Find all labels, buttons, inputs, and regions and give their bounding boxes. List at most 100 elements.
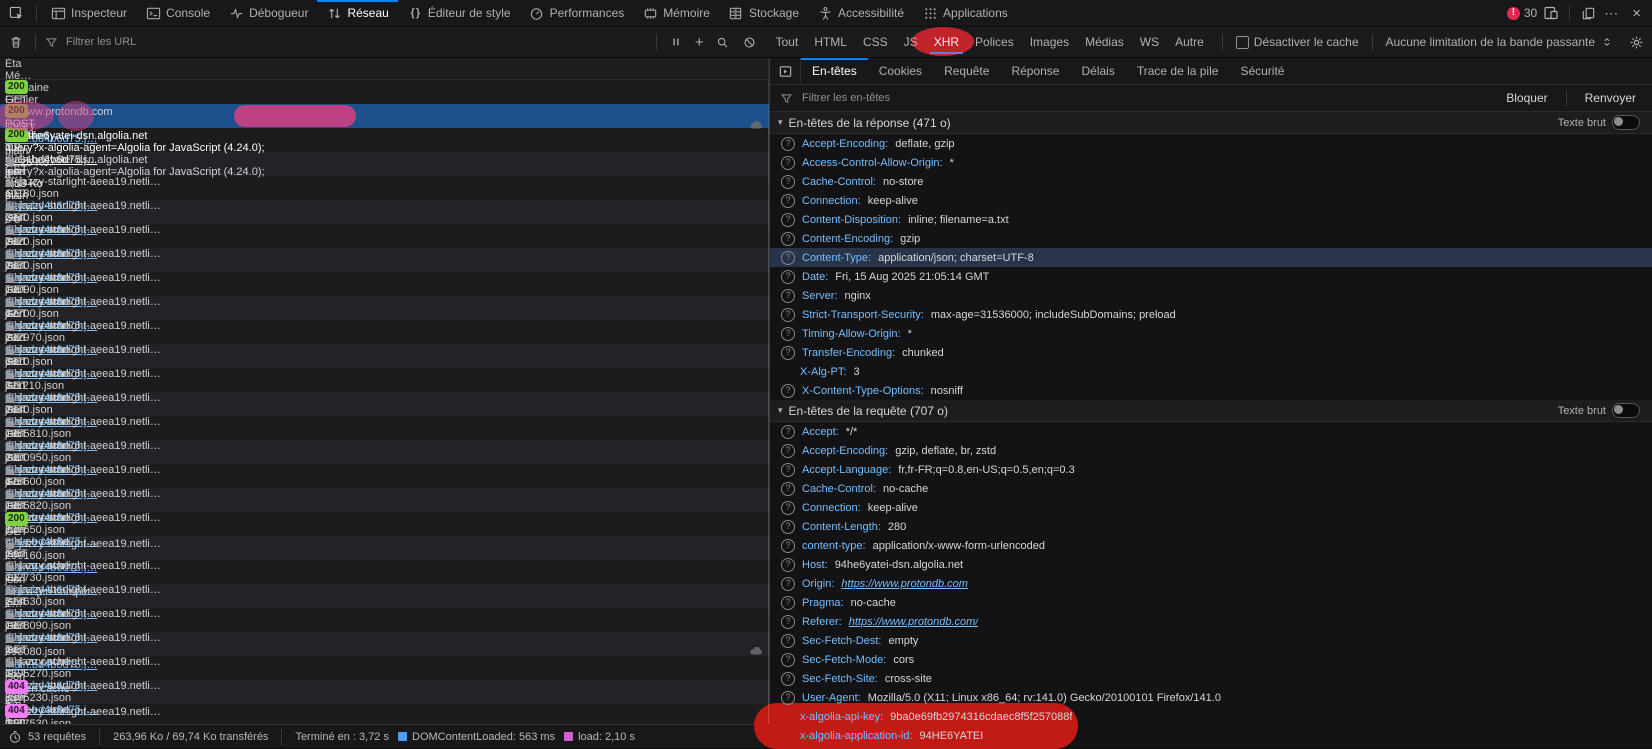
header-row[interactable]: ?X-Content-Type-Options:nosniff bbox=[770, 381, 1652, 400]
header-row[interactable]: ?Content-Type:application/json; charset=… bbox=[770, 248, 1652, 267]
question-icon[interactable]: ? bbox=[781, 346, 795, 360]
header-row[interactable]: ?Origin:https://www.protondb.com bbox=[770, 574, 1652, 593]
details-tab-trace-de-la-pile[interactable]: Trace de la pile bbox=[1126, 58, 1230, 84]
question-icon[interactable]: ? bbox=[781, 137, 795, 151]
type-filter-polices[interactable]: Polices bbox=[968, 32, 1021, 52]
header-row[interactable]: ?Sec-Fetch-Dest:empty bbox=[770, 631, 1652, 650]
error-count-badge[interactable]: !30 bbox=[1507, 6, 1537, 20]
table-row[interactable]: 304GETjazzy-starlight-aeea19.netli…35952… bbox=[0, 656, 769, 680]
header-row[interactable]: ?Date:Fri, 15 Aug 2025 21:05:14 GMT bbox=[770, 267, 1652, 286]
details-tab-r-ponse[interactable]: Réponse bbox=[1000, 58, 1070, 84]
table-row[interactable]: 304GETjazzy-starlight-aeea19.netli…19380… bbox=[0, 584, 769, 608]
table-row[interactable]: 304GETjazzy-starlight-aeea19.netli…39308… bbox=[0, 608, 769, 632]
header-row[interactable]: ?content-type:application/x-www-form-url… bbox=[770, 536, 1652, 555]
toolbox-tab-diteur-de-style[interactable]: { }Éditeur de style bbox=[398, 0, 520, 26]
question-icon[interactable]: ? bbox=[781, 308, 795, 322]
question-icon[interactable]: ? bbox=[781, 558, 795, 572]
toolbox-tab-d-bogueur[interactable]: Débogueur bbox=[219, 0, 317, 26]
clock-icon[interactable] bbox=[7, 729, 23, 745]
header-row[interactable]: ?Content-Disposition:inline; filename=a.… bbox=[770, 210, 1652, 229]
question-icon[interactable]: ? bbox=[781, 596, 795, 610]
table-row[interactable]: 304GETjazzy-starlight-aeea19.netli…2640.… bbox=[0, 368, 769, 392]
header-row[interactable]: ?Connection:keep-alive bbox=[770, 498, 1652, 517]
raw-request-toggle[interactable] bbox=[1612, 403, 1640, 418]
raw-response-toggle[interactable] bbox=[1612, 115, 1640, 130]
pause-traffic-button[interactable] bbox=[664, 34, 688, 50]
toolbox-tab-m-moire[interactable]: Mémoire bbox=[633, 0, 719, 26]
throttling-select[interactable]: Aucune limitation de la bande passante bbox=[1380, 34, 1621, 50]
header-row[interactable]: ?Cache-Control:no-store bbox=[770, 172, 1652, 191]
table-row[interactable]: 304GETjazzy-starlight-aeea19.netli…10180… bbox=[0, 152, 769, 176]
toolbox-tab-stockage[interactable]: Stockage bbox=[719, 0, 808, 26]
table-row[interactable]: 304GETjazzy-starlight-aeea19.netli…21463… bbox=[0, 560, 769, 584]
question-icon[interactable]: ? bbox=[781, 270, 795, 284]
question-icon[interactable]: ? bbox=[781, 213, 795, 227]
header-row[interactable]: ?Pragma:no-cache bbox=[770, 593, 1652, 612]
header-row[interactable]: ?Connection:keep-alive bbox=[770, 191, 1652, 210]
type-filter-ws[interactable]: WS bbox=[1133, 32, 1166, 52]
settings-button[interactable] bbox=[1624, 34, 1648, 50]
request-headers-section-header[interactable]: ▾ En-têtes de la requête (707 o) Texte b… bbox=[770, 400, 1652, 422]
question-icon[interactable]: ? bbox=[781, 615, 795, 629]
toolbox-tab-r-seau[interactable]: Réseau bbox=[317, 0, 397, 26]
close-icon[interactable]: × bbox=[1627, 5, 1646, 22]
table-row[interactable]: 304GETjazzy-starlight-aeea19.netli…42700… bbox=[0, 272, 769, 296]
disable-cache-checkbox[interactable] bbox=[1236, 36, 1249, 49]
table-row[interactable]: 304GETjazzy-starlight-aeea19.netli…10090… bbox=[0, 248, 769, 272]
block-url-button[interactable]: Bloquer bbox=[1498, 91, 1555, 105]
question-icon[interactable]: ? bbox=[781, 463, 795, 477]
header-row[interactable]: x-algolia-api-key:9ba0e69fb2974316cdaec8… bbox=[770, 707, 1652, 726]
table-row[interactable]: 304GETjazzy-starlight-aeea19.netli…7940.… bbox=[0, 176, 769, 200]
header-row[interactable]: ?Timing-Allow-Origin:* bbox=[770, 324, 1652, 343]
header-row[interactable]: x-algolia-application-id:94HE6YATEI bbox=[770, 726, 1652, 745]
table-row[interactable]: 304GETjazzy-starlight-aeea19.netli…20009… bbox=[0, 416, 769, 440]
question-icon[interactable]: ? bbox=[781, 672, 795, 686]
question-icon[interactable]: ? bbox=[781, 539, 795, 553]
table-row[interactable]: 304GETjazzy-starlight-aeea19.netli…6810.… bbox=[0, 320, 769, 344]
resend-button[interactable]: Renvoyer bbox=[1577, 91, 1644, 105]
new-request-button[interactable]: + bbox=[691, 34, 708, 51]
search-button[interactable] bbox=[711, 34, 735, 50]
question-icon[interactable]: ? bbox=[781, 327, 795, 341]
question-icon[interactable]: ? bbox=[781, 425, 795, 439]
table-row[interactable]: 404GETjazzy-starlight-aeea19.netli…33969… bbox=[0, 704, 769, 724]
multiwindow-icon[interactable] bbox=[1580, 5, 1596, 21]
clear-requests-button[interactable] bbox=[4, 34, 28, 50]
question-icon[interactable]: ? bbox=[781, 175, 795, 189]
header-row[interactable]: ?Accept:*/* bbox=[770, 422, 1652, 441]
question-icon[interactable]: ? bbox=[781, 520, 795, 534]
question-icon[interactable]: ? bbox=[781, 289, 795, 303]
type-filter-css[interactable]: CSS bbox=[856, 32, 895, 52]
type-filter-m-dias[interactable]: Médias bbox=[1078, 32, 1131, 52]
header-value[interactable]: https://www.protondb.com/ bbox=[849, 616, 979, 628]
block-button[interactable] bbox=[738, 34, 762, 50]
details-tab-s-curit[interactable]: Sécurité bbox=[1229, 58, 1295, 84]
header-row[interactable]: ?Cache-Control:no-cache bbox=[770, 479, 1652, 498]
header-row[interactable]: ?Accept-Encoding:deflate, gzip bbox=[770, 134, 1652, 153]
table-row[interactable]: 304GETjazzy-starlight-aeea19.netli…20965… bbox=[0, 488, 769, 512]
table-row[interactable]: 304GETjazzy-starlight-aeea19.netli…35952… bbox=[0, 632, 769, 656]
url-filter-input[interactable] bbox=[64, 35, 649, 49]
type-filter-autre[interactable]: Autre bbox=[1168, 32, 1211, 52]
table-row[interactable]: 304GETjazzy-starlight-aeea19.netli…19858… bbox=[0, 464, 769, 488]
toolbox-tab-accessibilit[interactable]: Accessibilité bbox=[808, 0, 913, 26]
details-tab-requ-te[interactable]: Requête bbox=[933, 58, 1000, 84]
question-icon[interactable]: ? bbox=[781, 194, 795, 208]
question-icon[interactable]: ? bbox=[781, 251, 795, 265]
header-row[interactable]: ?Access-Control-Allow-Origin:* bbox=[770, 153, 1652, 172]
type-filter-tout[interactable]: Tout bbox=[769, 32, 806, 52]
toolbox-tab-performances[interactable]: Performances bbox=[520, 0, 634, 26]
question-icon[interactable]: ? bbox=[781, 501, 795, 515]
header-row[interactable]: ?Transfer-Encoding:chunked bbox=[770, 343, 1652, 362]
header-row[interactable]: ?Sec-Fetch-Mode:cors bbox=[770, 650, 1652, 669]
header-row[interactable]: ?Strict-Transport-Security:max-age=31536… bbox=[770, 305, 1652, 324]
pick-element-button[interactable] bbox=[0, 0, 32, 26]
panel-toggle-button[interactable] bbox=[770, 58, 801, 84]
header-row[interactable]: ?Content-Encoding:gzip bbox=[770, 229, 1652, 248]
header-row[interactable]: ?Accept-Language:fr,fr-FR;q=0.8,en-US;q=… bbox=[770, 460, 1652, 479]
question-icon[interactable]: ? bbox=[781, 634, 795, 648]
table-row[interactable]: 200POST94he6yatei-dsn.algolia.netquery?x… bbox=[0, 104, 769, 128]
headers-filter-input[interactable] bbox=[800, 91, 1492, 105]
question-icon[interactable]: ? bbox=[781, 156, 795, 170]
response-headers-section-header[interactable]: ▾ En-têtes de la réponse (471 o) Texte b… bbox=[770, 112, 1652, 134]
